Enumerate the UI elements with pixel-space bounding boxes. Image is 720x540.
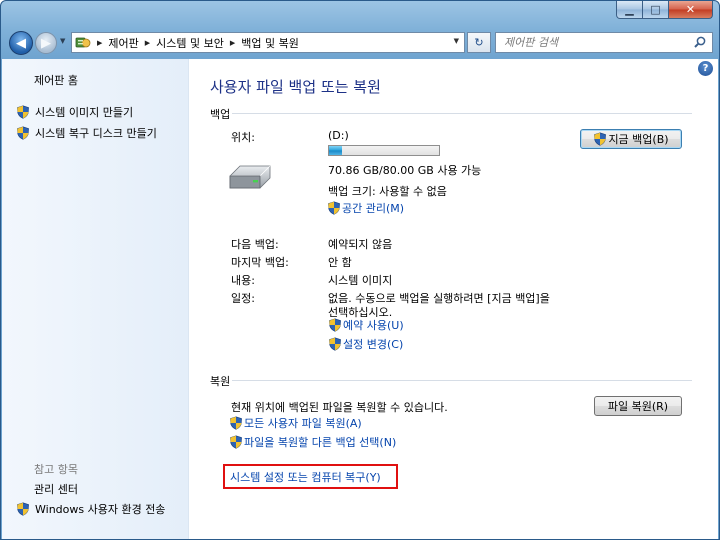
refresh-button[interactable]: ↻ — [467, 32, 491, 53]
last-backup-label: 마지막 백업: — [231, 256, 289, 269]
link-label: 파일을 복원할 다른 백업 선택(N) — [244, 436, 397, 449]
manage-space-link[interactable]: 공간 관리(M) — [327, 200, 404, 216]
sidebar-create-repair-disc[interactable]: 시스템 복구 디스크 만들기 — [16, 125, 157, 141]
recent-pages-dropdown[interactable]: ▼ — [60, 37, 65, 45]
caption-buttons: ▁ □ ✕ — [616, 1, 713, 21]
sidebar-windows-easy-transfer[interactable]: Windows 사용자 환경 전송 — [16, 501, 165, 517]
next-backup-label: 다음 백업: — [231, 238, 279, 251]
crumb-separator[interactable]: ▶ — [230, 39, 235, 47]
section-divider — [232, 113, 692, 114]
crumb-separator[interactable]: ▶ — [97, 39, 102, 47]
sidebar-link-label: Windows 사용자 환경 전송 — [35, 503, 166, 516]
recover-system-link[interactable]: 시스템 설정 또는 컴퓨터 복구(Y) — [230, 469, 381, 485]
select-other-backup-link[interactable]: 파일을 복원할 다른 백업 선택(N) — [229, 434, 396, 450]
content-area: 제어판 홈 시스템 이미지 만들기 시스템 복구 디스크 만들기 참고 항목 관 — [2, 59, 718, 539]
sidebar-link-label: 시스템 복구 디스크 만들기 — [35, 127, 157, 140]
sidebar-create-system-image[interactable]: 시스템 이미지 만들기 — [16, 104, 133, 120]
control-panel-icon — [75, 37, 91, 47]
turn-on-schedule-link[interactable]: 예약 사용(U) — [328, 317, 404, 333]
sidebar-link-label: 시스템 이미지 만들기 — [35, 106, 134, 119]
shield-icon — [329, 318, 341, 332]
maximize-button[interactable]: □ — [643, 1, 669, 19]
address-bar[interactable]: ▶ 제어판 ▶ 시스템 및 보안 ▶ 백업 및 복원 ▼ — [71, 32, 465, 53]
next-backup-value: 예약되지 않음 — [328, 238, 393, 251]
back-button[interactable]: ◀ — [9, 31, 33, 55]
crumb-separator[interactable]: ▶ — [145, 39, 150, 47]
shield-icon — [230, 435, 242, 449]
minimize-button[interactable]: ▁ — [616, 1, 643, 19]
sidebar-control-panel-home[interactable]: 제어판 홈 — [34, 72, 78, 88]
change-settings-link[interactable]: 설정 변경(C) — [328, 336, 403, 352]
hard-drive-icon — [229, 165, 271, 189]
sidebar-action-center[interactable]: 관리 센터 — [34, 481, 78, 497]
see-also-heading: 참고 항목 — [34, 463, 78, 476]
last-backup-value: 안 함 — [328, 256, 352, 269]
shield-icon — [328, 201, 340, 215]
shield-icon — [17, 126, 29, 140]
contents-label: 내용: — [231, 274, 255, 287]
link-label: 모든 사용자 파일 복원(A) — [244, 417, 362, 430]
link-label: 시스템 설정 또는 컴퓨터 복구(Y) — [230, 471, 381, 484]
link-label: 공간 관리(M) — [342, 202, 405, 215]
link-label: 예약 사용(U) — [343, 319, 404, 332]
navigation-bar: ◀ ▶ ▼ ▶ 제어판 ▶ 시스템 및 보안 ▶ 백업 및 복원 ▼ ↻ — [1, 29, 719, 57]
backup-section-heading: 백업 — [210, 106, 692, 122]
contents-value: 시스템 이미지 — [328, 274, 393, 287]
location-value: (D:) — [328, 129, 349, 142]
control-panel-window: ▁ □ ✕ ◀ ▶ ▼ ▶ 제어판 ▶ 시스템 및 보안 ▶ 백업 및 복원 ▼ — [0, 0, 720, 540]
breadcrumb-system-security[interactable]: 시스템 및 보안 — [156, 35, 224, 51]
shield-icon — [230, 416, 242, 430]
free-space-text: 70.86 GB/80.00 GB 사용 가능 — [328, 164, 482, 177]
disk-usage-bar — [328, 145, 440, 156]
backup-size-text: 백업 크기: 사용할 수 없음 — [328, 185, 447, 198]
shield-icon — [329, 337, 341, 351]
shield-icon — [17, 105, 29, 119]
breadcrumb-control-panel[interactable]: 제어판 — [108, 35, 138, 51]
section-heading-text: 백업 — [210, 108, 231, 121]
button-label: 파일 복원(R) — [607, 400, 669, 413]
section-heading-text: 복원 — [210, 375, 231, 388]
restore-all-users-link[interactable]: 모든 사용자 파일 복원(A) — [229, 415, 362, 431]
schedule-label: 일정: — [231, 292, 255, 305]
address-dropdown-icon[interactable]: ▼ — [454, 37, 459, 45]
sidebar: 제어판 홈 시스템 이미지 만들기 시스템 복구 디스크 만들기 참고 항목 관 — [2, 59, 189, 539]
backup-now-button[interactable]: 지금 백업(B) — [580, 129, 682, 149]
section-divider — [232, 380, 692, 381]
main-panel: 사용자 파일 백업 또는 복원 백업 위치: (D:) 70.86 GB/80.… — [189, 59, 718, 539]
search-input[interactable] — [504, 35, 684, 50]
restore-description: 현재 위치에 백업된 파일을 복원할 수 있습니다. — [231, 401, 448, 414]
breadcrumb: ▶ 제어판 ▶ 시스템 및 보안 ▶ 백업 및 복원 — [91, 35, 299, 51]
search-box[interactable] — [495, 32, 713, 53]
button-label: 지금 백업(B) — [608, 133, 669, 146]
breadcrumb-backup-restore[interactable]: 백업 및 복원 — [241, 35, 299, 51]
link-label: 설정 변경(C) — [343, 338, 404, 351]
restore-files-button[interactable]: 파일 복원(R) — [594, 396, 682, 416]
search-icon[interactable] — [694, 36, 706, 48]
shield-icon — [17, 502, 29, 516]
disk-usage-fill — [329, 146, 342, 155]
forward-button[interactable]: ▶ — [35, 32, 57, 54]
location-label: 위치: — [231, 131, 255, 144]
shield-icon — [594, 132, 607, 146]
close-button[interactable]: ✕ — [669, 1, 713, 19]
restore-section-heading: 복원 — [210, 373, 692, 389]
page-title: 사용자 파일 백업 또는 복원 — [210, 78, 381, 96]
